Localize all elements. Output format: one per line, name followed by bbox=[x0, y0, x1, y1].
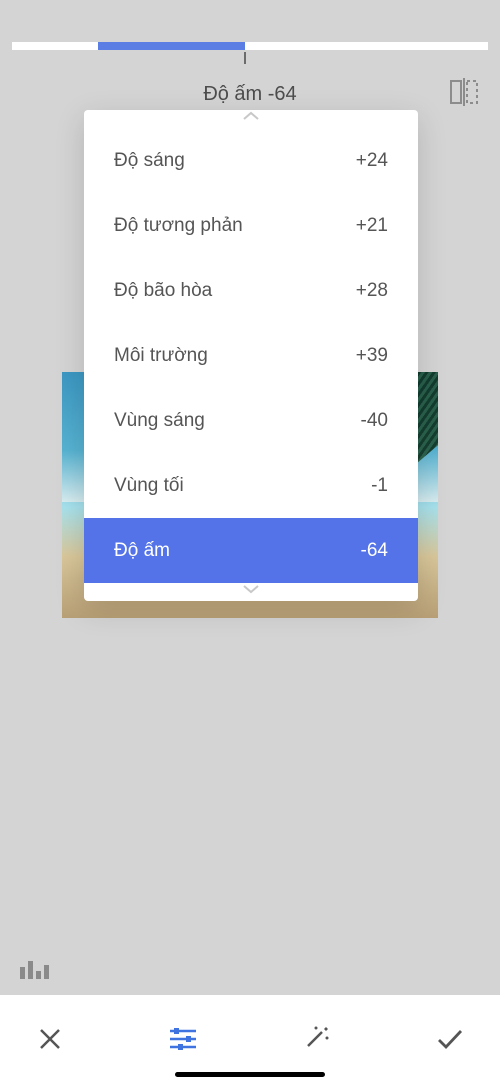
adjustment-label: Độ ấm bbox=[114, 540, 170, 562]
adjustment-label: Độ tương phản bbox=[114, 215, 243, 237]
close-button[interactable] bbox=[30, 1019, 70, 1059]
adjustment-row[interactable]: Vùng tối -1 bbox=[84, 453, 418, 518]
adjustment-row[interactable]: Độ ấm -64 bbox=[84, 518, 418, 583]
chevron-down-icon[interactable] bbox=[84, 583, 418, 601]
adjustment-row[interactable]: Độ sáng +24 bbox=[84, 128, 418, 193]
home-indicator bbox=[175, 1072, 325, 1077]
adjustment-value: -1 bbox=[338, 475, 388, 497]
adjustment-row[interactable]: Vùng sáng -40 bbox=[84, 388, 418, 453]
adjustment-row[interactable]: Độ tương phản +21 bbox=[84, 193, 418, 258]
adjustment-row[interactable]: Độ bão hòa +28 bbox=[84, 258, 418, 323]
current-adjustment-label: Độ ấm -64 bbox=[203, 83, 296, 106]
adjustment-label: Độ sáng bbox=[114, 150, 185, 172]
slider-center-tick bbox=[244, 52, 246, 64]
tune-button[interactable] bbox=[163, 1019, 203, 1059]
bottom-toolbar bbox=[0, 995, 500, 1083]
adjustment-label: Vùng tối bbox=[114, 475, 184, 497]
adjustments-panel: Độ sáng +24 Độ tương phản +21 Độ bão hòa +28 M… bbox=[84, 110, 418, 601]
value-slider[interactable] bbox=[12, 42, 488, 50]
chevron-up-icon[interactable] bbox=[84, 110, 418, 128]
histogram-button[interactable] bbox=[20, 957, 50, 979]
compare-button[interactable] bbox=[448, 78, 482, 106]
adjustment-value: -40 bbox=[338, 410, 388, 432]
adjustment-label: Vùng sáng bbox=[114, 410, 205, 432]
confirm-button[interactable] bbox=[430, 1019, 470, 1059]
adjustment-row[interactable]: Môi trường +39 bbox=[84, 323, 418, 388]
slider-fill bbox=[98, 42, 246, 50]
adjustment-value: +39 bbox=[338, 345, 388, 367]
adjustment-value: -64 bbox=[338, 540, 388, 562]
adjustment-value: +24 bbox=[338, 150, 388, 172]
adjustment-value: +28 bbox=[338, 280, 388, 302]
magic-wand-button[interactable] bbox=[297, 1019, 337, 1059]
adjustment-value: +21 bbox=[338, 215, 388, 237]
adjustment-label: Môi trường bbox=[114, 345, 208, 367]
slider-track bbox=[12, 42, 488, 50]
adjustment-label: Độ bão hòa bbox=[114, 280, 212, 302]
